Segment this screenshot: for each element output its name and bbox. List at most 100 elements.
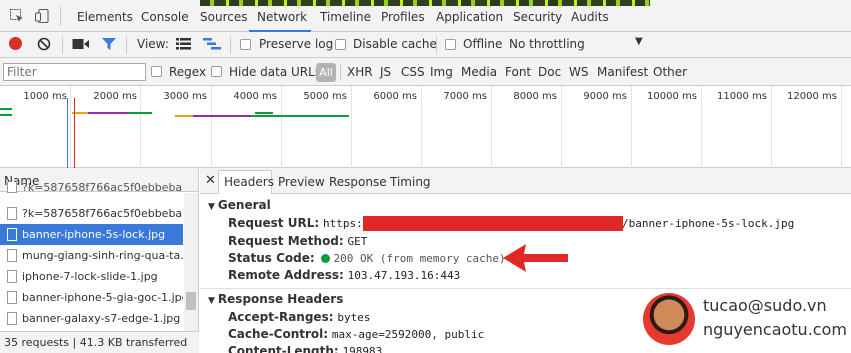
device-mode-icon[interactable] (34, 8, 50, 24)
timeline-gridline (351, 86, 352, 168)
video-camera-icon[interactable] (72, 38, 90, 50)
response-headers-section-header[interactable]: ▼ Response Headers (208, 292, 343, 306)
waterfall-overview-icon[interactable] (203, 38, 221, 50)
general-section-header[interactable]: ▼ General (208, 198, 271, 212)
file-icon (7, 182, 17, 193)
timeline-gridline (281, 86, 282, 168)
red-arrow-annotation (503, 244, 568, 272)
list-item-selected[interactable]: banner-iphone-5s-lock.jpg (0, 224, 183, 245)
regex-label: Regex (169, 65, 207, 79)
timeline-overview[interactable]: 1000 ms 2000 ms 3000 ms 4000 ms 5000 ms … (0, 86, 851, 168)
filter-input[interactable] (3, 63, 146, 81)
regex-checkbox[interactable] (151, 66, 162, 77)
timeline-request-bar (175, 115, 193, 117)
timeline-tick-label: 10000 ms (647, 91, 697, 102)
throttling-select[interactable]: No throttling (509, 37, 585, 51)
tab-security[interactable]: Security (513, 10, 562, 24)
timeline-request-bar (255, 112, 273, 114)
scrollbar-thumb[interactable] (186, 292, 196, 310)
tab-timeline[interactable]: Timeline (320, 10, 371, 24)
timeline-tick-label: 9000 ms (583, 91, 627, 102)
timeline-tick-label: 6000 ms (373, 91, 417, 102)
author-avatar (643, 293, 695, 345)
image-file-icon (7, 312, 17, 325)
offline-label: Offline (463, 37, 503, 51)
list-item[interactable]: banner-iphone-5-gia-goc-1.jpg (0, 287, 183, 308)
tab-audits[interactable]: Audits (571, 10, 609, 24)
content-length-row: Content-Length: 198983 (228, 344, 383, 353)
tab-elements[interactable]: Elements (77, 10, 133, 24)
file-icon (7, 207, 17, 220)
disable-cache-label: Disable cache (353, 37, 437, 51)
details-tabbar: ✕ Headers Preview Response Timing (200, 168, 851, 194)
offline-checkbox[interactable] (445, 39, 456, 50)
request-list-scrollbar[interactable] (184, 193, 198, 331)
filter-other[interactable]: Other (653, 65, 687, 79)
expand-triangle-icon: ▼ (208, 296, 215, 306)
request-method-row: Request Method: GET (228, 234, 368, 248)
filter-js[interactable]: JS (380, 65, 391, 79)
timeline-gridline (561, 86, 562, 168)
tab-application[interactable]: Application (436, 10, 503, 24)
tab-sources[interactable]: Sources (200, 10, 247, 24)
clear-icon[interactable] (37, 37, 51, 51)
status-code-row: Status Code: 200 OK (from memory cache) (228, 251, 506, 265)
filter-all-button[interactable]: All (316, 63, 336, 82)
watermark-email: tucao@sudo.vn (703, 296, 827, 315)
close-icon[interactable]: ✕ (205, 173, 216, 188)
timeline-gridline (771, 86, 772, 168)
network-summary: 35 requests | 41.3 KB transferred (0, 331, 199, 353)
filter-css[interactable]: CSS (401, 65, 425, 79)
list-item[interactable]: banner-galaxy-s7-edge-1.jpg (0, 308, 183, 329)
image-file-icon (7, 228, 17, 241)
tab-response[interactable]: Response (329, 175, 387, 189)
devtools-tabbar: Elements Console Sources Network Timelin… (0, 0, 851, 32)
list-item[interactable]: ?k=587658f766ac5f0ebbeba5b... (0, 182, 183, 193)
tab-profiles[interactable]: Profiles (381, 10, 425, 24)
divider (60, 6, 61, 26)
watermark-website: nguyencaotu.com (703, 320, 847, 339)
chevron-down-icon[interactable]: ▼ (635, 36, 643, 47)
preserve-log-checkbox[interactable] (240, 39, 251, 50)
filter-manifest[interactable]: Manifest (597, 65, 648, 79)
disable-cache-checkbox[interactable] (335, 39, 346, 50)
record-button[interactable] (9, 37, 22, 50)
divider (436, 36, 437, 54)
view-label: View: (137, 37, 169, 51)
tab-timing[interactable]: Timing (390, 175, 431, 189)
cache-control-row: Cache-Control: max-age=2592000, public (228, 327, 485, 341)
status-ok-icon (321, 254, 331, 263)
list-item[interactable]: mung-giang-sinh-ring-qua-ta... (0, 245, 183, 266)
timeline-tick-label: 11000 ms (717, 91, 767, 102)
filter-funnel-icon[interactable] (101, 36, 117, 52)
timeline-gridline (491, 86, 492, 168)
filter-xhr[interactable]: XHR (347, 65, 373, 79)
timeline-tick-label: 1000 ms (23, 91, 67, 102)
accept-ranges-row: Accept-Ranges: bytes (228, 310, 371, 324)
tab-network[interactable]: Network (257, 10, 307, 24)
timeline-gridline (841, 86, 842, 168)
large-rows-icon[interactable] (176, 38, 191, 50)
hide-data-urls-checkbox[interactable] (211, 66, 222, 77)
tab-preview[interactable]: Preview (278, 175, 325, 189)
timeline-tick-label: 8000 ms (513, 91, 557, 102)
divider (340, 64, 341, 80)
filter-img[interactable]: Img (430, 65, 453, 79)
tab-headers[interactable]: Headers (224, 175, 274, 189)
timeline-gridline (701, 86, 702, 168)
request-url-row: Request URL: https:// (228, 216, 376, 230)
timeline-tick-label: 12000 ms (787, 91, 837, 102)
list-item[interactable]: iphone-7-lock-slide-1.jpg (0, 266, 183, 287)
image-file-icon (7, 249, 17, 262)
tab-console[interactable]: Console (141, 10, 189, 24)
list-item[interactable]: ?k=587658f766ac5f0ebbeba5b... (0, 203, 183, 224)
filter-doc[interactable]: Doc (538, 65, 561, 79)
image-file-icon (7, 270, 17, 283)
timeline-tick-label: 4000 ms (233, 91, 277, 102)
filter-ws[interactable]: WS (569, 65, 588, 79)
inspect-element-icon[interactable] (9, 8, 25, 24)
filter-bar: Regex Hide data URLs All XHR JS CSS Img … (0, 58, 851, 86)
filter-media[interactable]: Media (461, 65, 497, 79)
request-url-suffix: /banner-iphone-5s-lock.jpg (622, 217, 795, 230)
filter-font[interactable]: Font (505, 65, 531, 79)
